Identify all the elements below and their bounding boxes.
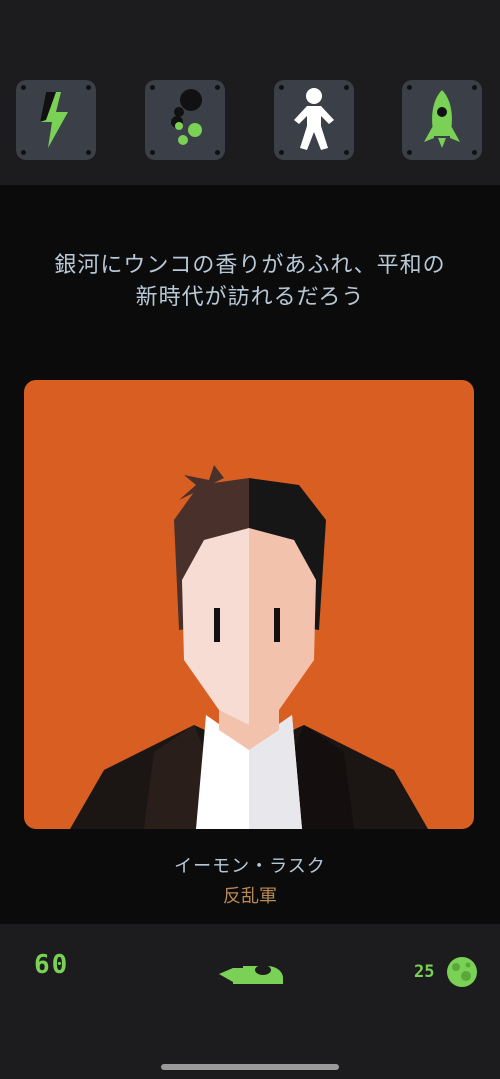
year-counter: 60 xyxy=(34,950,70,980)
character-card[interactable] xyxy=(24,380,474,829)
planet-counter: 25 xyxy=(414,962,435,982)
planet-icon[interactable] xyxy=(446,956,478,988)
character-portrait xyxy=(70,465,428,829)
poop-balls-icon xyxy=(171,89,202,145)
character-faction: 反乱軍 xyxy=(223,886,277,907)
stat-rocket[interactable] xyxy=(402,80,482,160)
home-indicator[interactable] xyxy=(161,1064,339,1070)
bottom-bar xyxy=(0,924,500,1079)
stat-people[interactable] xyxy=(274,80,354,160)
rocket-icon xyxy=(424,90,460,148)
lightning-icon xyxy=(40,92,68,148)
event-message: 銀河にウンコの香りがあふれ、平和の 新時代が訪れるだろう xyxy=(20,250,480,314)
character-name: イーモン・ラスク xyxy=(174,856,326,877)
person-icon xyxy=(294,88,334,150)
stat-poop[interactable] xyxy=(145,80,225,160)
stat-energy[interactable] xyxy=(16,80,96,160)
spaceship-icon[interactable] xyxy=(219,956,285,986)
event-message-line2: 新時代が訪れるだろう xyxy=(135,285,365,310)
event-message-line1: 銀河にウンコの香りがあふれ、平和の xyxy=(54,253,446,278)
